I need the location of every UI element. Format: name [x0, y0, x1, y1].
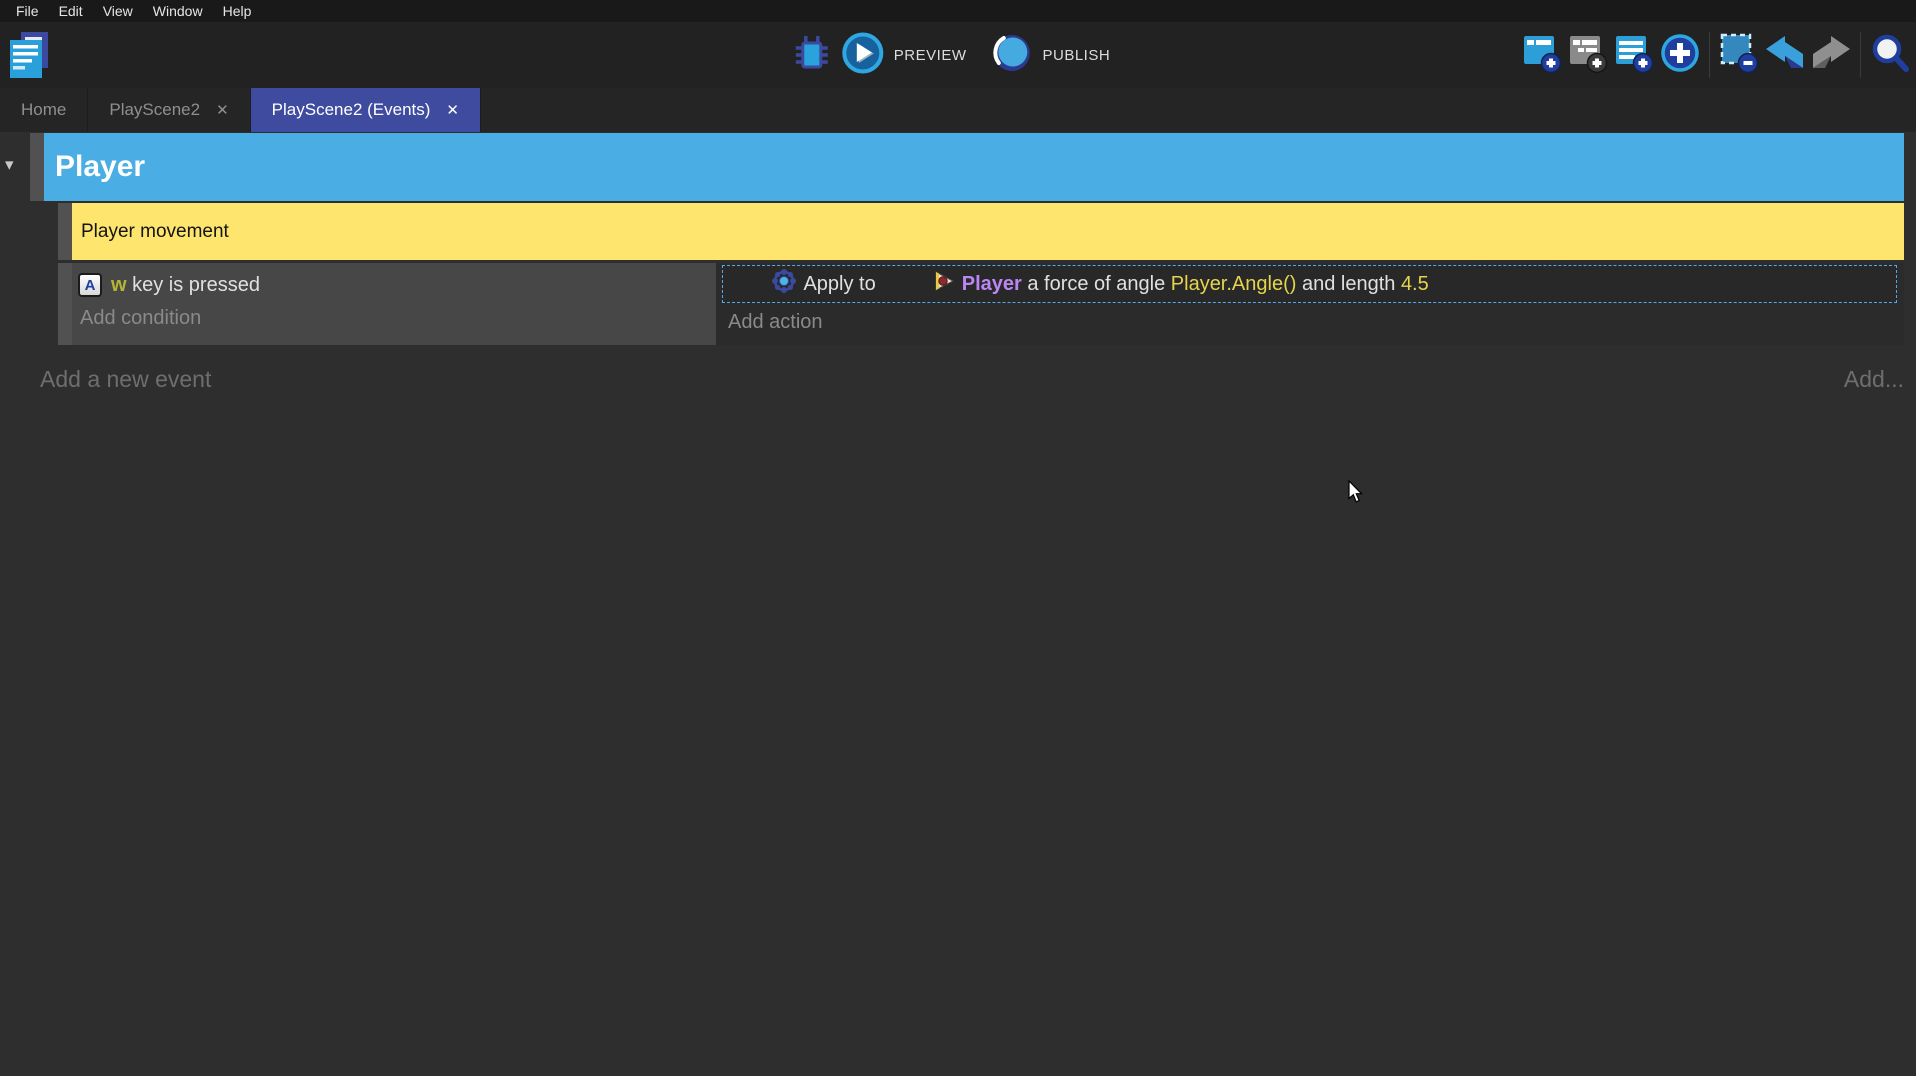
- action-apply-to: Apply to: [803, 273, 881, 296]
- group-drag-handle[interactable]: [30, 133, 44, 201]
- play-icon: [842, 32, 884, 79]
- event-group-header[interactable]: Player: [44, 133, 1904, 201]
- event-drag-handle[interactable]: [58, 263, 72, 345]
- undo-icon: [1765, 36, 1805, 75]
- project-manager-icon: [8, 67, 52, 84]
- actions-column: Apply to Player a force of angle Player.…: [716, 263, 1904, 345]
- key-letter: A: [85, 277, 96, 294]
- add-circle-button[interactable]: [1660, 34, 1700, 76]
- redo-button[interactable]: [1811, 34, 1851, 76]
- action-mid1: a force of angle: [1022, 273, 1171, 295]
- comment-drag-handle[interactable]: [58, 203, 72, 260]
- add-new-event-button[interactable]: Add a new event: [40, 366, 211, 393]
- player-object-icon: [888, 247, 954, 321]
- tab-label: PlayScene2: [109, 100, 200, 120]
- publish-label[interactable]: PUBLISH: [1042, 47, 1110, 64]
- undo-button[interactable]: [1765, 34, 1805, 76]
- keyboard-key-icon: A: [78, 273, 102, 297]
- toolbar-separator: [1709, 32, 1710, 78]
- comment-event[interactable]: Player movement: [72, 203, 1904, 260]
- menu-edit[interactable]: Edit: [49, 0, 93, 22]
- add-more-button[interactable]: Add...: [1844, 366, 1904, 393]
- condition-label: key is pressed: [127, 274, 260, 296]
- search-button[interactable]: [1870, 34, 1910, 76]
- action-mid2: and length: [1296, 273, 1401, 295]
- menu-window[interactable]: Window: [143, 0, 213, 22]
- tab-playscene2[interactable]: PlayScene2 ✕: [88, 88, 250, 132]
- toolbar-separator: [1860, 32, 1861, 78]
- menu-help[interactable]: Help: [213, 0, 262, 22]
- main-toolbar: PREVIEW PUBLISH: [0, 22, 1916, 88]
- menu-view[interactable]: View: [93, 0, 143, 22]
- comment-text: Player movement: [81, 221, 229, 243]
- publish-globe-icon: [990, 32, 1032, 79]
- debug-icon: [795, 33, 829, 78]
- close-icon[interactable]: ✕: [216, 101, 229, 119]
- condition-text: w key is pressed: [111, 274, 260, 297]
- tab-label: PlayScene2 (Events): [272, 100, 431, 120]
- add-comment-icon: [1614, 32, 1654, 79]
- condition-param: w: [111, 274, 127, 296]
- toolbar-center: PREVIEW PUBLISH: [792, 22, 1124, 88]
- add-comment-button[interactable]: [1614, 34, 1654, 76]
- delete-selection-icon: [1719, 32, 1759, 79]
- add-subevent-button[interactable]: [1568, 34, 1608, 76]
- debug-button[interactable]: [792, 34, 832, 76]
- add-action-button[interactable]: Add action: [728, 311, 823, 334]
- add-event-button[interactable]: [1522, 34, 1562, 76]
- menu-file[interactable]: File: [6, 0, 49, 22]
- chevron-down-icon[interactable]: ▾: [5, 156, 14, 173]
- tab-playscene2-events[interactable]: PlayScene2 (Events) ✕: [251, 88, 481, 132]
- tab-bar: Home PlayScene2 ✕ PlayScene2 (Events) ✕: [0, 88, 1916, 132]
- action-object-name: Player: [962, 273, 1022, 295]
- tab-label: Home: [21, 100, 66, 120]
- add-condition-button[interactable]: Add condition: [80, 307, 201, 330]
- add-event-icon: [1522, 32, 1562, 79]
- publish-button[interactable]: [991, 34, 1031, 76]
- mouse-cursor: [1348, 480, 1364, 509]
- gdevelop-window: File Edit View Window Help: [0, 0, 1916, 1076]
- conditions-column: A w key is pressed Add condition: [72, 263, 716, 345]
- preview-button[interactable]: [843, 34, 883, 76]
- search-icon: [1870, 33, 1910, 78]
- add-subevent-icon: [1568, 32, 1608, 79]
- action-row-selected[interactable]: Apply to Player a force of angle Player.…: [722, 265, 1897, 303]
- tab-home[interactable]: Home: [0, 88, 88, 132]
- action-value: 4.5: [1401, 273, 1429, 295]
- close-icon[interactable]: ✕: [446, 101, 459, 119]
- group-title: Player: [55, 150, 145, 183]
- preview-label[interactable]: PREVIEW: [894, 47, 967, 64]
- condition-row[interactable]: A w key is pressed: [78, 273, 260, 297]
- redo-icon: [1811, 36, 1851, 75]
- toolbar-right: [1522, 22, 1910, 88]
- menu-bar: File Edit View Window Help: [0, 0, 1916, 22]
- action-expression: Player.Angle(): [1171, 273, 1297, 295]
- action-text: Player a force of angle Player.Angle() a…: [962, 273, 1429, 296]
- add-circle-icon: [1660, 33, 1700, 78]
- delete-selection-button[interactable]: [1719, 34, 1759, 76]
- project-manager-button[interactable]: [8, 30, 52, 80]
